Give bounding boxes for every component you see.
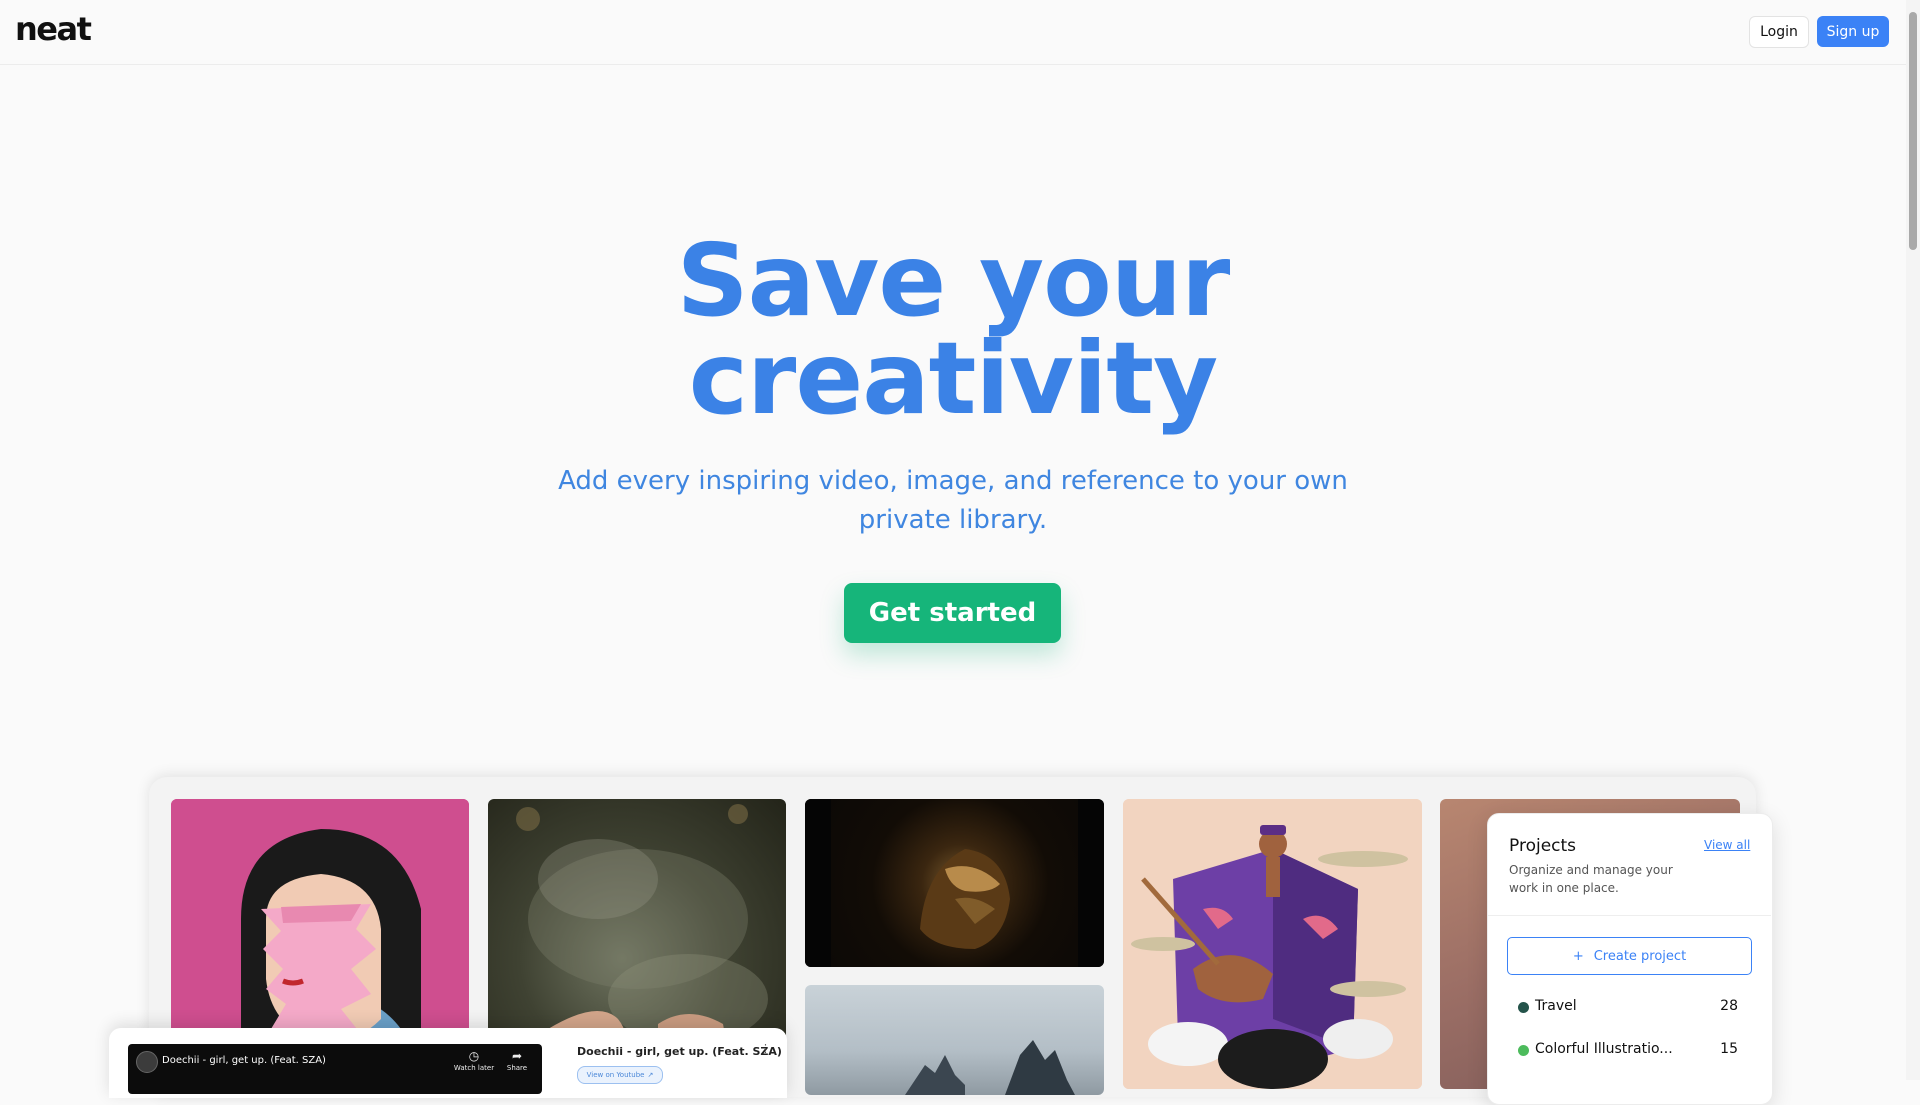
signup-button[interactable]: Sign up — [1817, 16, 1889, 47]
video-player-title[interactable]: Doechii - girl, get up. (Feat. SZA) — [162, 1055, 326, 1066]
view-on-youtube-label: View on Youtube — [586, 1071, 645, 1079]
share-icon: ➦ — [511, 1049, 523, 1063]
hero-title-line2: creativity — [688, 320, 1218, 437]
channel-avatar[interactable] — [136, 1051, 158, 1073]
mountain-illustration — [905, 1040, 1075, 1095]
mask-illustration — [805, 799, 1104, 967]
get-started-button[interactable]: Get started — [844, 583, 1061, 643]
project-count: 28 — [1720, 998, 1738, 1014]
watch-later-label: Watch later — [453, 1064, 495, 1072]
image-tile-drummer[interactable] — [1123, 799, 1422, 1089]
project-item-travel[interactable]: Travel 28 — [1518, 998, 1738, 1018]
plus-icon: + — [1572, 948, 1584, 964]
external-link-icon: ↗ — [647, 1071, 654, 1079]
project-color-dot — [1518, 1045, 1529, 1056]
logo[interactable]: neat — [15, 10, 92, 48]
projects-description: Organize and manage your work in one pla… — [1509, 863, 1673, 895]
projects-title: Projects — [1509, 836, 1577, 856]
share-button[interactable]: ➦ Share — [495, 1050, 539, 1072]
create-project-button[interactable]: + Create project — [1507, 937, 1752, 975]
video-side-title: Doechii - girl, get up. (Feat. SZA) — [577, 1045, 782, 1058]
top-nav: neat Login Sign up — [0, 0, 1906, 65]
drummer-illustration — [1123, 799, 1422, 1089]
share-label: Share — [506, 1064, 528, 1072]
watch-later-button[interactable]: ◷ Watch later — [452, 1050, 496, 1072]
hero-title: Save your creativity — [553, 231, 1353, 429]
hero-subtitle: Add every inspiring video, image, and re… — [558, 466, 1348, 535]
scrollbar-thumb[interactable] — [1909, 12, 1917, 250]
project-color-dot — [1518, 1002, 1529, 1013]
project-count: 15 — [1720, 1041, 1738, 1057]
clock-icon: ◷ — [468, 1049, 480, 1063]
project-name: Colorful Illustratio... — [1535, 1041, 1673, 1057]
image-tile-mountains[interactable] — [805, 985, 1104, 1095]
view-on-youtube-button[interactable]: View on Youtube ↗ — [577, 1066, 663, 1084]
project-name: Travel — [1535, 998, 1577, 1014]
more-options-icon[interactable]: ⋮ — [760, 1042, 771, 1055]
project-item-colorful-illustrations[interactable]: Colorful Illustratio... 15 — [1518, 1041, 1738, 1061]
create-project-label: Create project — [1593, 948, 1687, 964]
divider — [1488, 915, 1771, 916]
view-all-link[interactable]: View all — [1704, 838, 1750, 852]
login-button[interactable]: Login — [1749, 16, 1809, 48]
image-tile-dark-mask[interactable] — [805, 799, 1104, 967]
